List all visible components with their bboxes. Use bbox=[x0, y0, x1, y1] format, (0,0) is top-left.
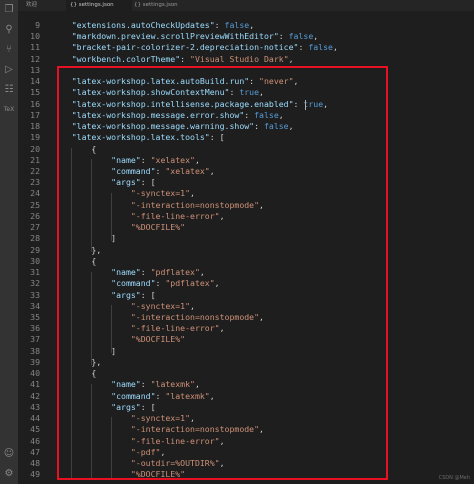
line-number: 30 bbox=[30, 255, 40, 266]
code-token: false bbox=[288, 31, 314, 42]
watermark: CSDN @Meh bbox=[438, 475, 470, 481]
code-token: "workbench.colorTheme" bbox=[52, 53, 181, 64]
code-token: , bbox=[332, 42, 338, 53]
code-token: : bbox=[278, 31, 289, 42]
line-number: 14 bbox=[30, 76, 40, 87]
line-number: 43 bbox=[30, 401, 40, 412]
code-token: false bbox=[308, 42, 333, 53]
line-number: 49 bbox=[30, 469, 40, 480]
code-token: "bracket-pair-colorizer-2.depreciation-n… bbox=[52, 42, 299, 53]
line-number: 40 bbox=[30, 368, 40, 379]
line-number: 37 bbox=[30, 334, 40, 345]
code-token: "markdown.preview.scrollPreviewWithEdito… bbox=[52, 31, 279, 42]
line-number: 33 bbox=[30, 289, 40, 300]
settings-gear-icon[interactable]: ⚙ bbox=[3, 468, 15, 480]
code-line[interactable]: "bracket-pair-colorizer-2.depreciation-n… bbox=[52, 42, 338, 53]
code-token: , bbox=[249, 20, 255, 30]
code-token: , bbox=[288, 53, 294, 64]
tab-bar: 欢迎 {} settings.json {} settings.json bbox=[18, 0, 474, 11]
tab-label: {} settings.json bbox=[70, 2, 114, 8]
line-number: 24 bbox=[30, 188, 40, 199]
code-token: "extensions.autoCheckUpdates" bbox=[52, 20, 215, 30]
code-line[interactable]: "workbench.colorTheme": "Visual Studio D… bbox=[52, 54, 294, 65]
code-token: : bbox=[180, 53, 191, 64]
code-token: false bbox=[224, 20, 250, 30]
source-control-icon[interactable]: ⑂ bbox=[3, 44, 15, 56]
latex-icon[interactable]: TeX bbox=[3, 104, 15, 116]
line-number: 36 bbox=[30, 323, 40, 334]
red-highlight-box bbox=[57, 66, 388, 480]
line-number: 21 bbox=[30, 154, 40, 165]
tab-settings-json-2[interactable]: {} settings.json bbox=[130, 0, 194, 11]
line-number: 19 bbox=[30, 132, 40, 143]
line-number: 47 bbox=[30, 446, 40, 457]
accounts-icon[interactable]: ☺ bbox=[3, 448, 15, 460]
line-number: 45 bbox=[30, 424, 40, 435]
line-number: 48 bbox=[30, 457, 40, 468]
line-number: 22 bbox=[30, 165, 40, 176]
tab-label: {} settings.json bbox=[134, 2, 178, 8]
line-number: 26 bbox=[30, 210, 40, 221]
activity-bar: ❐ ⚲ ⑂ ▷ ☷ TeX ☺ ⚙ bbox=[0, 0, 18, 484]
code-line[interactable]: "extensions.autoCheckUpdates": false, bbox=[52, 20, 254, 31]
line-number: 34 bbox=[30, 300, 40, 311]
line-number: 11 bbox=[30, 42, 40, 53]
line-number: 12 bbox=[30, 53, 40, 64]
line-number: 35 bbox=[30, 311, 40, 322]
search-icon[interactable]: ⚲ bbox=[3, 24, 15, 36]
code-token: "Visual Studio Dark" bbox=[190, 53, 289, 64]
line-number: 9 bbox=[35, 20, 40, 30]
line-number: 42 bbox=[30, 390, 40, 401]
line-number: 23 bbox=[30, 177, 40, 188]
line-number: 41 bbox=[30, 379, 40, 390]
line-number: 25 bbox=[30, 199, 40, 210]
line-number: 38 bbox=[30, 345, 40, 356]
files-icon[interactable]: ❐ bbox=[3, 4, 15, 16]
code-token: : bbox=[298, 42, 309, 53]
text-cursor bbox=[305, 100, 306, 110]
breadcrumb bbox=[18, 11, 474, 14]
line-number: 28 bbox=[30, 233, 40, 244]
code-token: : bbox=[214, 20, 225, 30]
line-number: 17 bbox=[30, 109, 40, 120]
line-number: 29 bbox=[30, 244, 40, 255]
line-number: 15 bbox=[30, 87, 40, 98]
code-line[interactable]: "markdown.preview.scrollPreviewWithEdito… bbox=[52, 31, 319, 42]
line-number: 13 bbox=[30, 64, 40, 75]
line-number: 44 bbox=[30, 413, 40, 424]
code-token: , bbox=[313, 31, 319, 42]
line-number: 32 bbox=[30, 278, 40, 289]
line-number: 39 bbox=[30, 356, 40, 367]
line-number: 27 bbox=[30, 222, 40, 233]
tab-settings-json[interactable]: {} settings.json bbox=[66, 0, 132, 11]
line-number: 18 bbox=[30, 121, 40, 132]
line-number: 46 bbox=[30, 435, 40, 446]
line-number: 16 bbox=[30, 98, 40, 109]
line-number: 10 bbox=[30, 31, 40, 42]
line-number: 31 bbox=[30, 267, 40, 278]
run-debug-icon[interactable]: ▷ bbox=[3, 64, 15, 76]
line-number-gutter: 9 10 11 12 13 14 15 16 17 18 19 20 21 22 23 24 25 26 27 28 2… bbox=[18, 0, 52, 484]
line-number: 20 bbox=[30, 143, 40, 154]
extensions-icon[interactable]: ☷ bbox=[3, 84, 15, 96]
